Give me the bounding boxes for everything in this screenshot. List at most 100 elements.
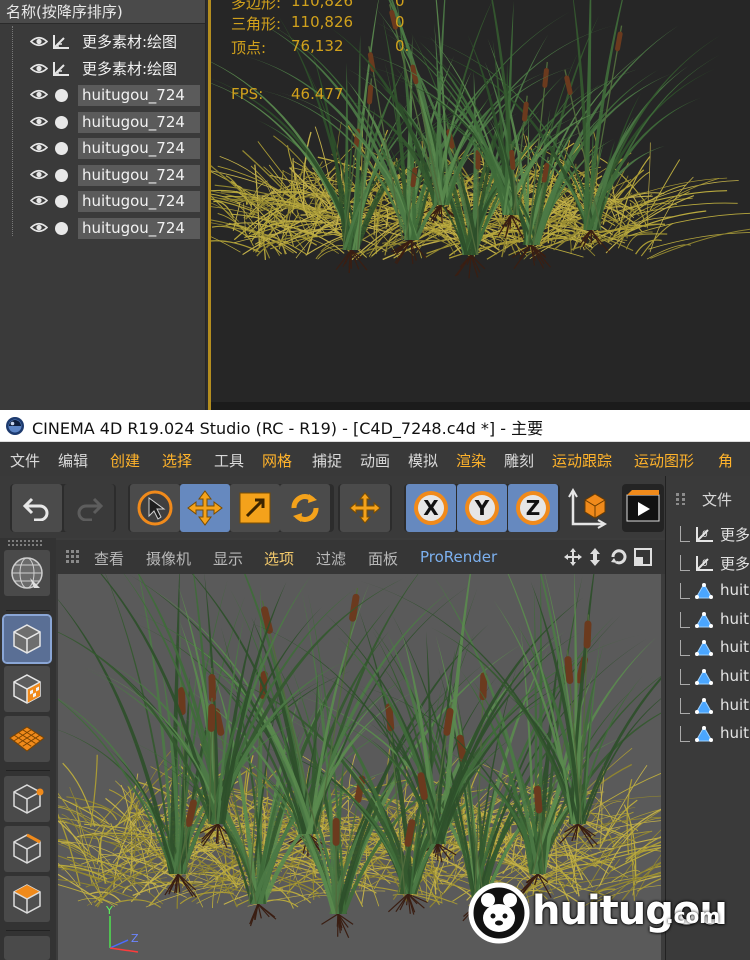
make-editable-button[interactable] <box>4 550 50 596</box>
object-name[interactable]: 更多素材:绘图 <box>78 32 200 53</box>
object-manager-header[interactable]: 名称(按降序排序) <box>0 0 205 24</box>
object-row[interactable]: huitugou_724 <box>0 136 200 160</box>
redo-icon <box>77 497 104 521</box>
object-tree-row[interactable]: 0 更多 <box>666 520 750 548</box>
workplane-mode-button[interactable] <box>4 716 50 762</box>
more-tools-button[interactable] <box>4 936 50 960</box>
visibility-eye-icon[interactable] <box>30 36 48 47</box>
viewport-menu-item[interactable]: 面板 <box>368 548 398 569</box>
menu-item[interactable]: 动画 <box>360 450 390 471</box>
axis-y-lock[interactable]: Y <box>457 484 507 532</box>
object-row[interactable]: huitugou_724 <box>0 83 200 107</box>
render-view-button[interactable] <box>622 484 664 532</box>
object-row[interactable]: huitugou_724 <box>0 110 200 134</box>
axis-x-lock[interactable]: X <box>406 484 456 532</box>
menu-item[interactable]: 运动图形 <box>634 450 694 471</box>
polygon-object-icon <box>695 640 713 657</box>
object-row[interactable]: huitugou_724 <box>0 216 200 240</box>
visibility-eye-icon[interactable] <box>30 195 48 206</box>
redo-button[interactable] <box>64 484 114 532</box>
object-tree-row[interactable]: 0 更多 <box>666 549 750 577</box>
axis-x-label: X <box>423 496 439 520</box>
object-tree-label: 更多 <box>720 554 750 573</box>
visibility-eye-icon[interactable] <box>30 116 48 127</box>
viewport-menu-item[interactable]: 显示 <box>213 548 243 569</box>
viewport-menu-item[interactable]: ProRender <box>420 548 497 566</box>
polygon-object-icon <box>695 611 713 628</box>
move-tool[interactable] <box>180 484 230 532</box>
orbit-icon[interactable] <box>609 547 629 567</box>
model-mode-button[interactable] <box>2 614 52 664</box>
rotate-tool[interactable] <box>280 484 330 532</box>
object-tree-row[interactable]: huit <box>666 663 750 691</box>
scale-tool[interactable] <box>230 484 280 532</box>
viewport-grip-icon[interactable] <box>66 550 80 564</box>
menu-item[interactable]: 网格 <box>262 450 292 471</box>
panel-grip-icon[interactable] <box>676 493 686 505</box>
visibility-eye-icon[interactable] <box>30 89 48 100</box>
menu-item[interactable]: 雕刻 <box>504 450 534 471</box>
add-object-tool[interactable] <box>340 484 390 532</box>
zoom-icon[interactable] <box>587 547 603 567</box>
axis-z-lock[interactable]: Z <box>508 484 558 532</box>
object-tree-row[interactable]: huit <box>666 720 750 748</box>
menu-item[interactable]: 编辑 <box>58 450 88 471</box>
visibility-eye-icon[interactable] <box>30 222 48 233</box>
menu-item[interactable]: 渲染 <box>456 450 486 471</box>
object-tree-row[interactable]: huit <box>666 634 750 662</box>
live-selection-tool[interactable] <box>130 484 180 532</box>
object-name[interactable]: huitugou_724 <box>78 164 200 186</box>
menu-item[interactable]: 捕捉 <box>312 450 342 471</box>
world-coordinate-icon <box>568 487 608 529</box>
object-tree-row[interactable]: huit <box>666 692 750 720</box>
object-name[interactable]: huitugou_724 <box>78 85 200 106</box>
polygon-object-icon <box>55 195 68 208</box>
object-manager-panel: 名称(按降序排序) 更多素材:绘图 更多素材:绘图 huitugou_724 huit… <box>0 0 206 410</box>
menu-item[interactable]: 角 <box>718 450 733 471</box>
viewport-menu-item[interactable]: 摄像机 <box>146 548 191 569</box>
tree-connector <box>680 669 690 685</box>
object-row[interactable]: 更多素材:绘图 <box>0 30 200 54</box>
palette-grip-icon[interactable] <box>8 540 46 548</box>
tree-connector <box>680 697 690 714</box>
visibility-eye-icon[interactable] <box>30 142 48 153</box>
object-tree-label: 更多 <box>720 526 750 544</box>
object-name[interactable]: huitugou_724 <box>78 111 200 133</box>
polygon-object-icon <box>695 583 713 600</box>
menu-item[interactable]: 创建 <box>110 450 140 471</box>
visibility-eye-icon[interactable] <box>30 63 48 74</box>
menu-item[interactable]: 模拟 <box>408 450 438 471</box>
visibility-eye-icon[interactable] <box>30 169 48 180</box>
maximize-view-icon[interactable] <box>633 547 653 567</box>
polygons-mode-button[interactable] <box>4 876 50 922</box>
viewport-menu-item[interactable]: 过滤 <box>316 548 346 569</box>
cinema4d-window: CINEMA 4D R19.024 Studio (RC - R19) - [C… <box>0 410 750 960</box>
object-row[interactable]: 更多素材:绘图 <box>0 57 200 81</box>
points-mode-button[interactable] <box>4 776 50 822</box>
menu-item[interactable]: 工具 <box>214 450 244 471</box>
texture-mode-button[interactable] <box>4 666 50 712</box>
file-menu[interactable]: 文件 <box>702 489 732 510</box>
coordinate-system-button[interactable] <box>562 484 612 532</box>
viewport-menu-item[interactable]: 查看 <box>94 548 124 569</box>
object-row[interactable]: huitugou_724 <box>0 189 200 213</box>
pan-icon[interactable] <box>563 547 583 567</box>
globe-icon <box>11 557 43 589</box>
stat-vertices-selected: 0. <box>395 37 410 55</box>
add-icon <box>349 492 381 524</box>
menu-item[interactable]: 运动跟踪 <box>552 450 612 471</box>
edges-mode-button[interactable] <box>4 826 50 872</box>
menu-item[interactable]: 选择 <box>162 450 192 471</box>
stat-polygons-value: 110,826 <box>291 0 354 10</box>
object-tree-row[interactable]: huit <box>666 577 750 605</box>
object-row[interactable]: huitugou_724 <box>0 163 200 187</box>
object-name[interactable]: 更多素材:绘图 <box>78 59 200 80</box>
object-name[interactable]: huitugou_724 <box>78 191 200 212</box>
undo-button[interactable] <box>12 484 62 532</box>
object-tree-row[interactable]: huit <box>666 606 750 634</box>
object-name[interactable]: huitugou_724 <box>78 217 200 239</box>
object-name[interactable]: huitugou_724 <box>78 138 200 159</box>
viewport-menu-item[interactable]: 选项 <box>264 548 294 569</box>
menu-item[interactable]: 文件 <box>10 450 40 471</box>
top-viewport[interactable]: 多边形: 110,826 0 三角形: 110,826 0 顶点: 76,132… <box>208 0 750 410</box>
